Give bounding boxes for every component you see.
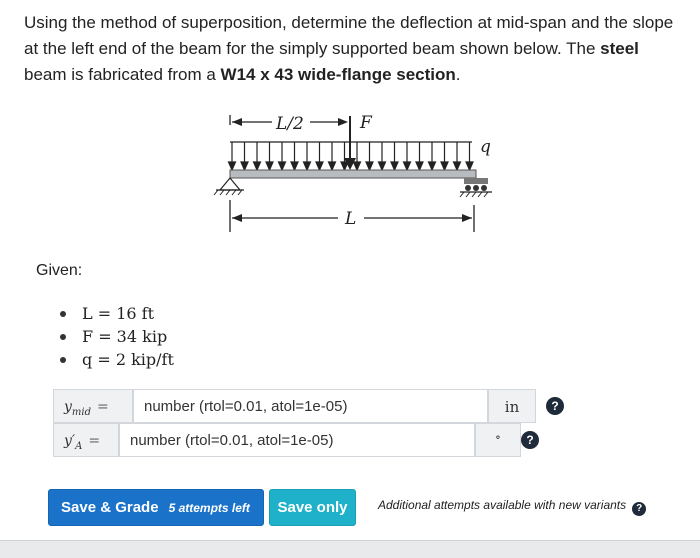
load-arrow-head (452, 161, 462, 172)
slope-help-icon[interactable]: ? (521, 431, 539, 449)
given-list: L = 16 ft F = 34 kip q = 2 kip/ft (60, 302, 174, 371)
ymid-unit: in (488, 389, 536, 423)
slope-input[interactable]: number (rtol=0.01, atol=1e-05) (119, 423, 475, 457)
additional-attempts-note: Additional attempts available with new v… (378, 498, 647, 516)
save-and-grade-button[interactable]: Save & Grade 5 attempts left (48, 489, 264, 526)
save-and-grade-label: Save & Grade (61, 499, 159, 516)
load-arrow-head (352, 161, 362, 172)
load-arrow-head (227, 161, 237, 172)
answer-label-slope: y′A = (53, 423, 119, 457)
load-arrow-head (327, 161, 337, 172)
ymid-input[interactable]: number (rtol=0.01, atol=1e-05) (133, 389, 488, 423)
answer-label-ymid: ymid = (53, 389, 133, 423)
beam-diagram: L/2 F q L (213, 113, 492, 232)
given-title: Given: (36, 262, 83, 279)
question-text-part: Using the method of superposition, deter… (24, 13, 674, 58)
given-item-load: q = 2 kip/ft (60, 348, 174, 371)
load-arrow-head (302, 161, 312, 172)
load-arrow-head (415, 161, 424, 172)
load-arrow-head (265, 161, 274, 172)
label-q: q (480, 137, 491, 157)
load-arrow-head (365, 161, 374, 172)
load-arrow-head (277, 161, 287, 172)
label-force: F (359, 113, 373, 133)
answer-row-slope: y′A = number (rtol=0.01, atol=1e-05) ∘ ? (53, 423, 549, 457)
load-arrow-head (402, 161, 412, 172)
question-card: Using the method of superposition, deter… (0, 0, 700, 541)
load-arrow-head (465, 161, 474, 172)
load-arrow-head (390, 161, 399, 172)
label-half-span: L/2 (275, 114, 304, 134)
answer-row-ymid: ymid = number (rtol=0.01, atol=1e-05) in … (53, 389, 573, 423)
load-arrow-head (440, 161, 449, 172)
attempts-left-label: 5 attempts left (168, 500, 250, 515)
load-arrow-head (427, 161, 437, 172)
ymid-help-icon[interactable]: ? (546, 397, 564, 415)
label-span: L (344, 209, 356, 229)
load-arrow-head (240, 161, 249, 172)
save-only-button[interactable]: Save only (269, 489, 356, 526)
attempts-help-icon[interactable]: ? (632, 502, 647, 516)
question-text-part: beam is fabricated from a (24, 65, 221, 84)
load-arrow-head (290, 161, 299, 172)
given-item-length: L = 16 ft (60, 302, 174, 325)
load-arrow-head (315, 161, 324, 172)
load-arrow-head (252, 161, 262, 172)
question-text-part: . (455, 65, 461, 84)
given-item-force: F = 34 kip (60, 325, 174, 348)
question-bold-steel: steel (600, 39, 639, 58)
load-arrow-head (340, 161, 349, 172)
question-bold-section: W14 x 43 wide-flange section (220, 65, 456, 84)
load-arrow-head (377, 161, 387, 172)
beam (229, 169, 477, 179)
slope-unit: ∘ (475, 423, 521, 457)
question-text: Using the method of superposition, deter… (24, 10, 679, 88)
